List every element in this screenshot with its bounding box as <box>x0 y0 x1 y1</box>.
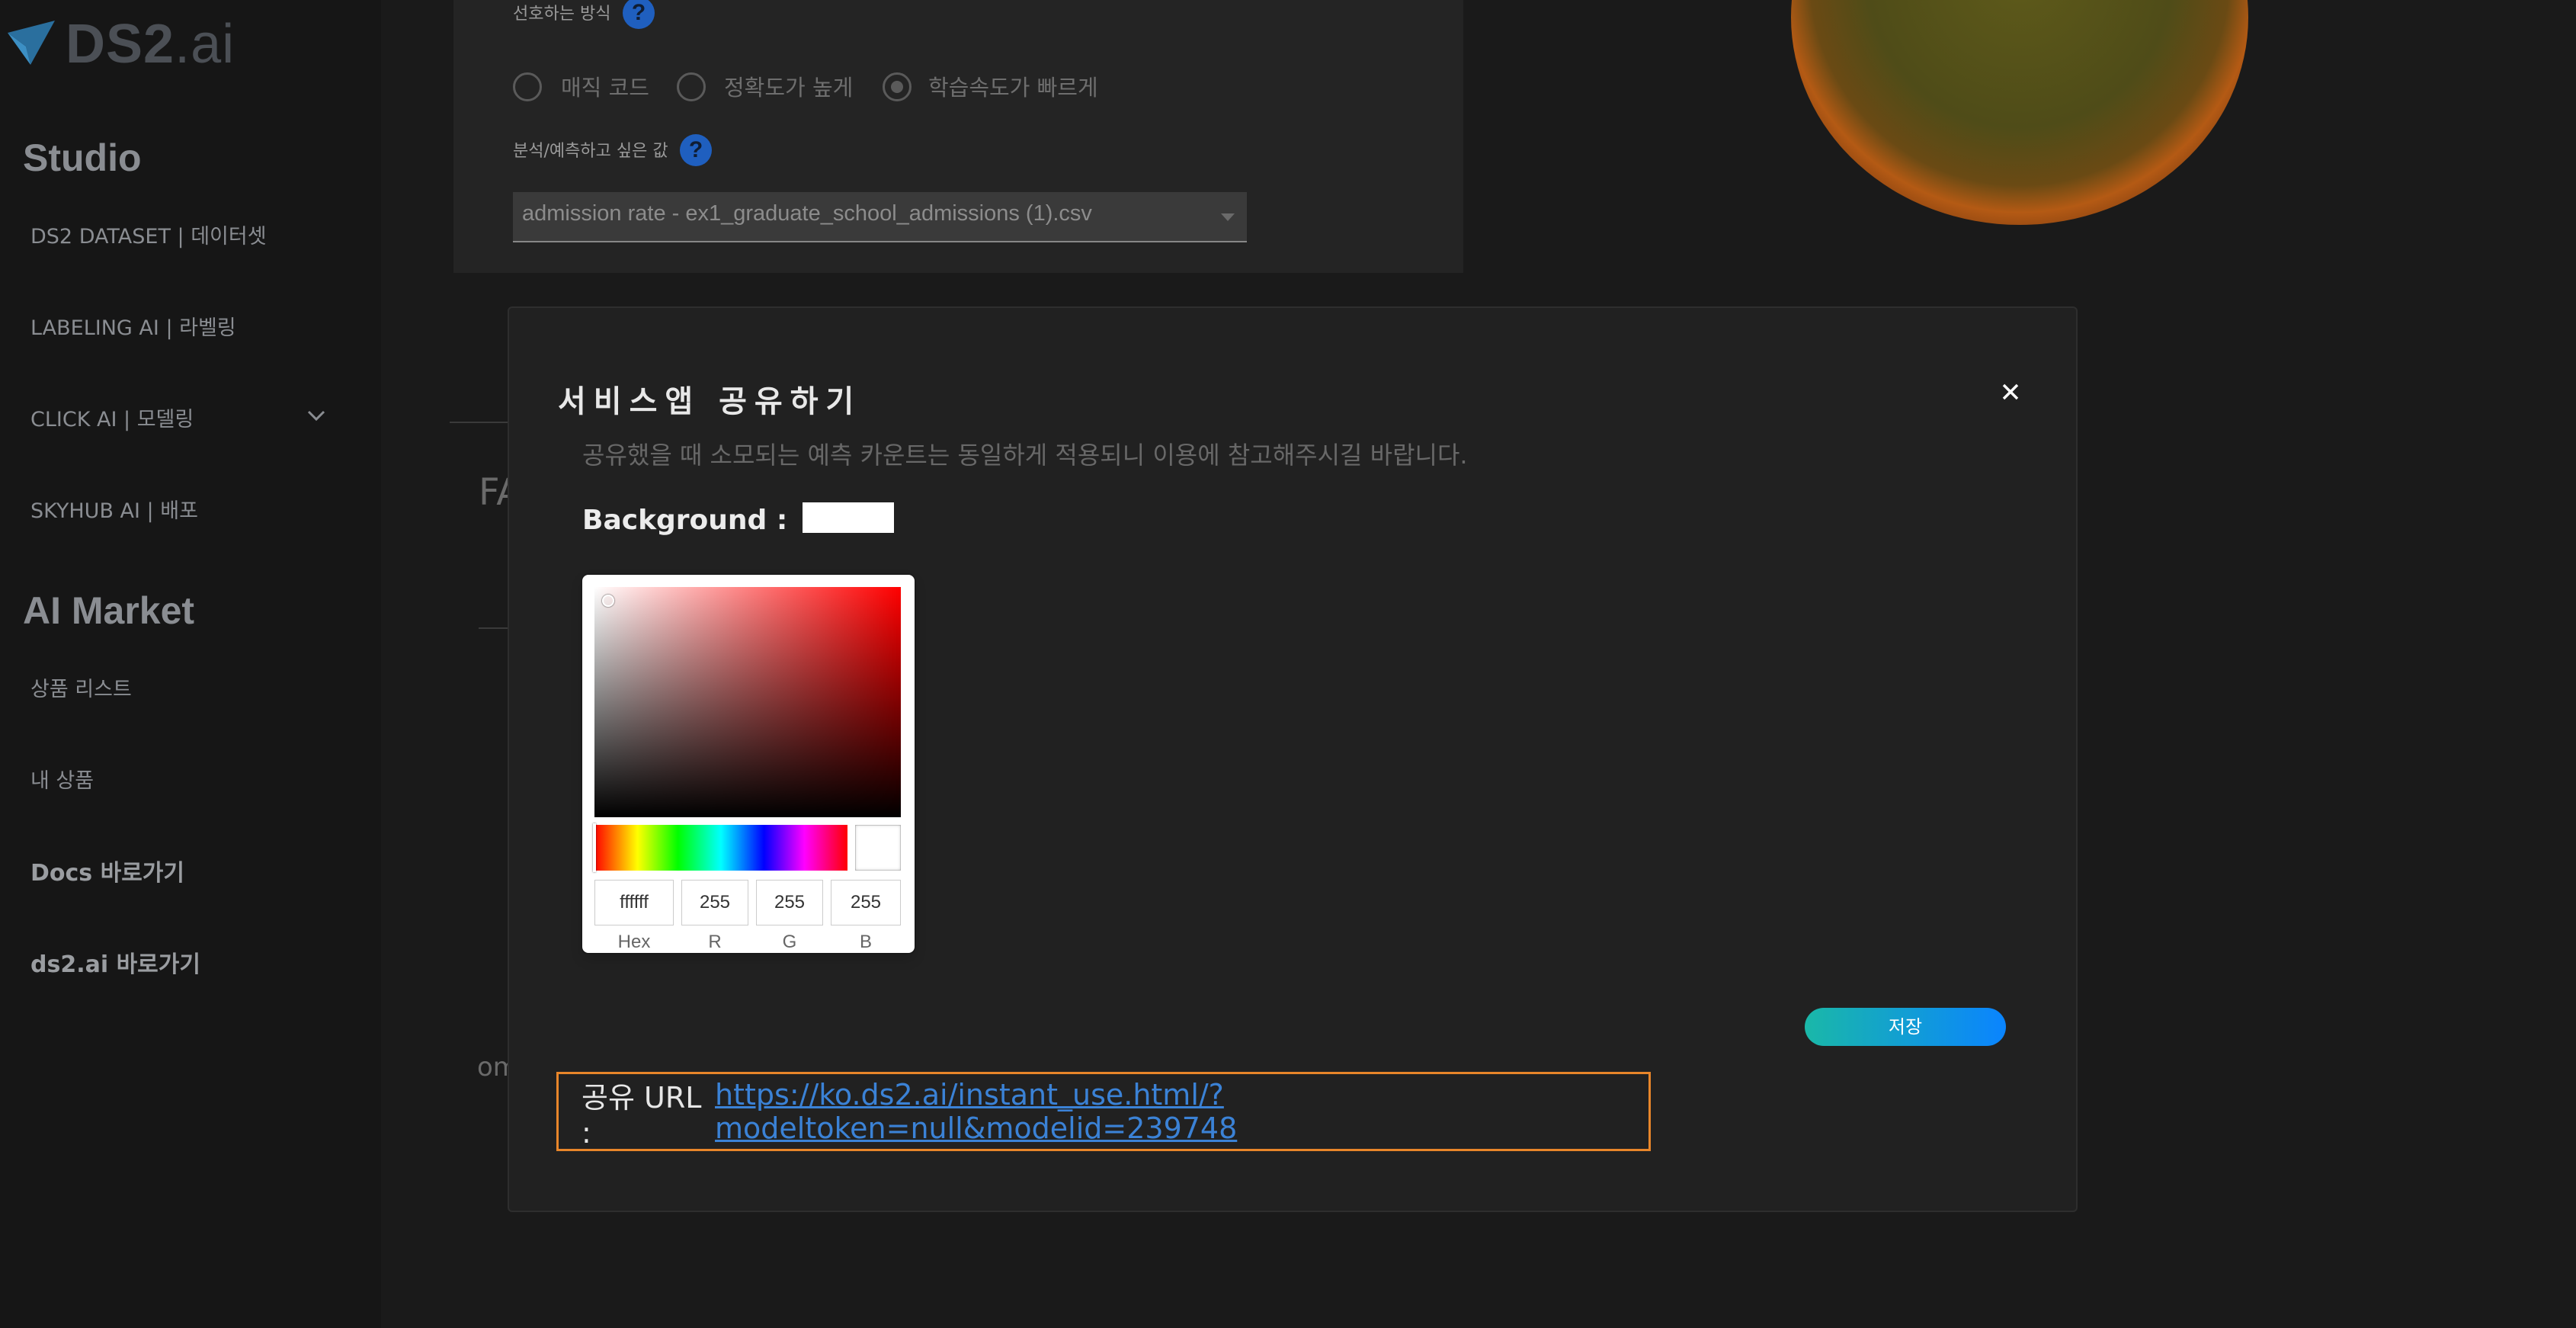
r-input[interactable] <box>681 880 748 925</box>
divider <box>450 422 511 423</box>
modal-description: 공유했을 때 소모되는 예측 카운트는 동일하게 적용되니 이용에 참고해주시길… <box>582 441 1468 470</box>
radio-magic-code[interactable] <box>513 72 542 101</box>
sidebar-item-ds2-dataset[interactable]: DS2 DATASET | 데이터셋 <box>30 220 267 249</box>
hex-label: Hex <box>617 932 651 952</box>
saturation-area[interactable] <box>594 587 901 817</box>
g-input[interactable] <box>756 880 823 925</box>
radio-label-magic-code: 매직 코드 <box>561 75 649 101</box>
studio-section-title: Studio <box>23 136 142 179</box>
sidebar-link-docs[interactable]: Docs 바로가기 <box>30 854 184 887</box>
r-label: R <box>708 932 722 952</box>
modal-title: 서비스앱 공유하기 <box>558 384 862 419</box>
globe-graphic <box>1791 0 2248 225</box>
color-preview <box>855 825 901 871</box>
logo-icon <box>5 16 58 72</box>
logo-text: DS2.ai <box>66 14 235 75</box>
background-row: Background : <box>582 502 895 536</box>
background-color-swatch[interactable] <box>803 502 895 533</box>
share-url-box: 공유 URL : https://ko.ds2.ai/instant_use.h… <box>556 1072 1651 1151</box>
target-select-value: admission rate - ex1_graduate_school_adm… <box>522 201 1092 226</box>
sidebar-item-product-list[interactable]: 상품 리스트 <box>30 672 132 702</box>
background-label: Background : <box>582 505 788 536</box>
target-label: 분석/예측하고 싶은 값 <box>513 142 668 161</box>
share-app-modal: 서비스앱 공유하기 공유했을 때 소모되는 예측 카운트는 동일하게 적용되니 … <box>508 306 2078 1212</box>
sidebar-item-my-products[interactable]: 내 상품 <box>30 764 94 794</box>
method-label: 선호하는 방식 <box>513 5 611 24</box>
logo[interactable]: DS2.ai <box>5 14 235 75</box>
g-label: G <box>782 932 797 952</box>
radio-label-speed: 학습속도가 빠르게 <box>928 75 1098 101</box>
hue-slider[interactable] <box>593 823 847 872</box>
saturation-cursor[interactable] <box>602 595 614 607</box>
sidebar-item-skyhub-ai[interactable]: SKYHUB AI | 배포 <box>30 494 198 524</box>
help-icon[interactable]: ? <box>680 134 712 166</box>
share-url-link[interactable]: https://ko.ds2.ai/instant_use.html/?mode… <box>715 1078 1648 1145</box>
sidebar-item-click-ai[interactable]: CLICK AI | 모델링 <box>30 403 194 432</box>
share-url-label: 공유 URL : <box>582 1080 702 1150</box>
radio-accuracy[interactable] <box>677 72 706 101</box>
sidebar-link-ds2ai[interactable]: ds2.ai 바로가기 <box>30 945 200 979</box>
sidebar: DS2.ai Studio DS2 DATASET | 데이터셋 LABELIN… <box>0 0 381 1328</box>
hue-slider-handle[interactable] <box>593 823 596 872</box>
close-icon[interactable] <box>1995 377 2026 407</box>
hex-input[interactable] <box>594 880 674 925</box>
save-button[interactable]: 저장 <box>1805 1008 2006 1046</box>
dropdown-arrow-icon <box>1221 213 1235 221</box>
target-select[interactable]: admission rate - ex1_graduate_school_adm… <box>513 192 1247 242</box>
divider <box>479 627 509 629</box>
radio-speed[interactable] <box>883 72 912 101</box>
market-section-title: AI Market <box>23 589 195 632</box>
b-input[interactable] <box>831 880 901 925</box>
sidebar-item-labeling-ai[interactable]: LABELING AI | 라벨링 <box>30 311 236 341</box>
chevron-down-icon[interactable] <box>305 404 328 427</box>
radio-label-accuracy: 정확도가 높게 <box>724 75 854 101</box>
b-label: B <box>859 932 872 952</box>
color-picker: Hex R G B <box>582 575 915 953</box>
